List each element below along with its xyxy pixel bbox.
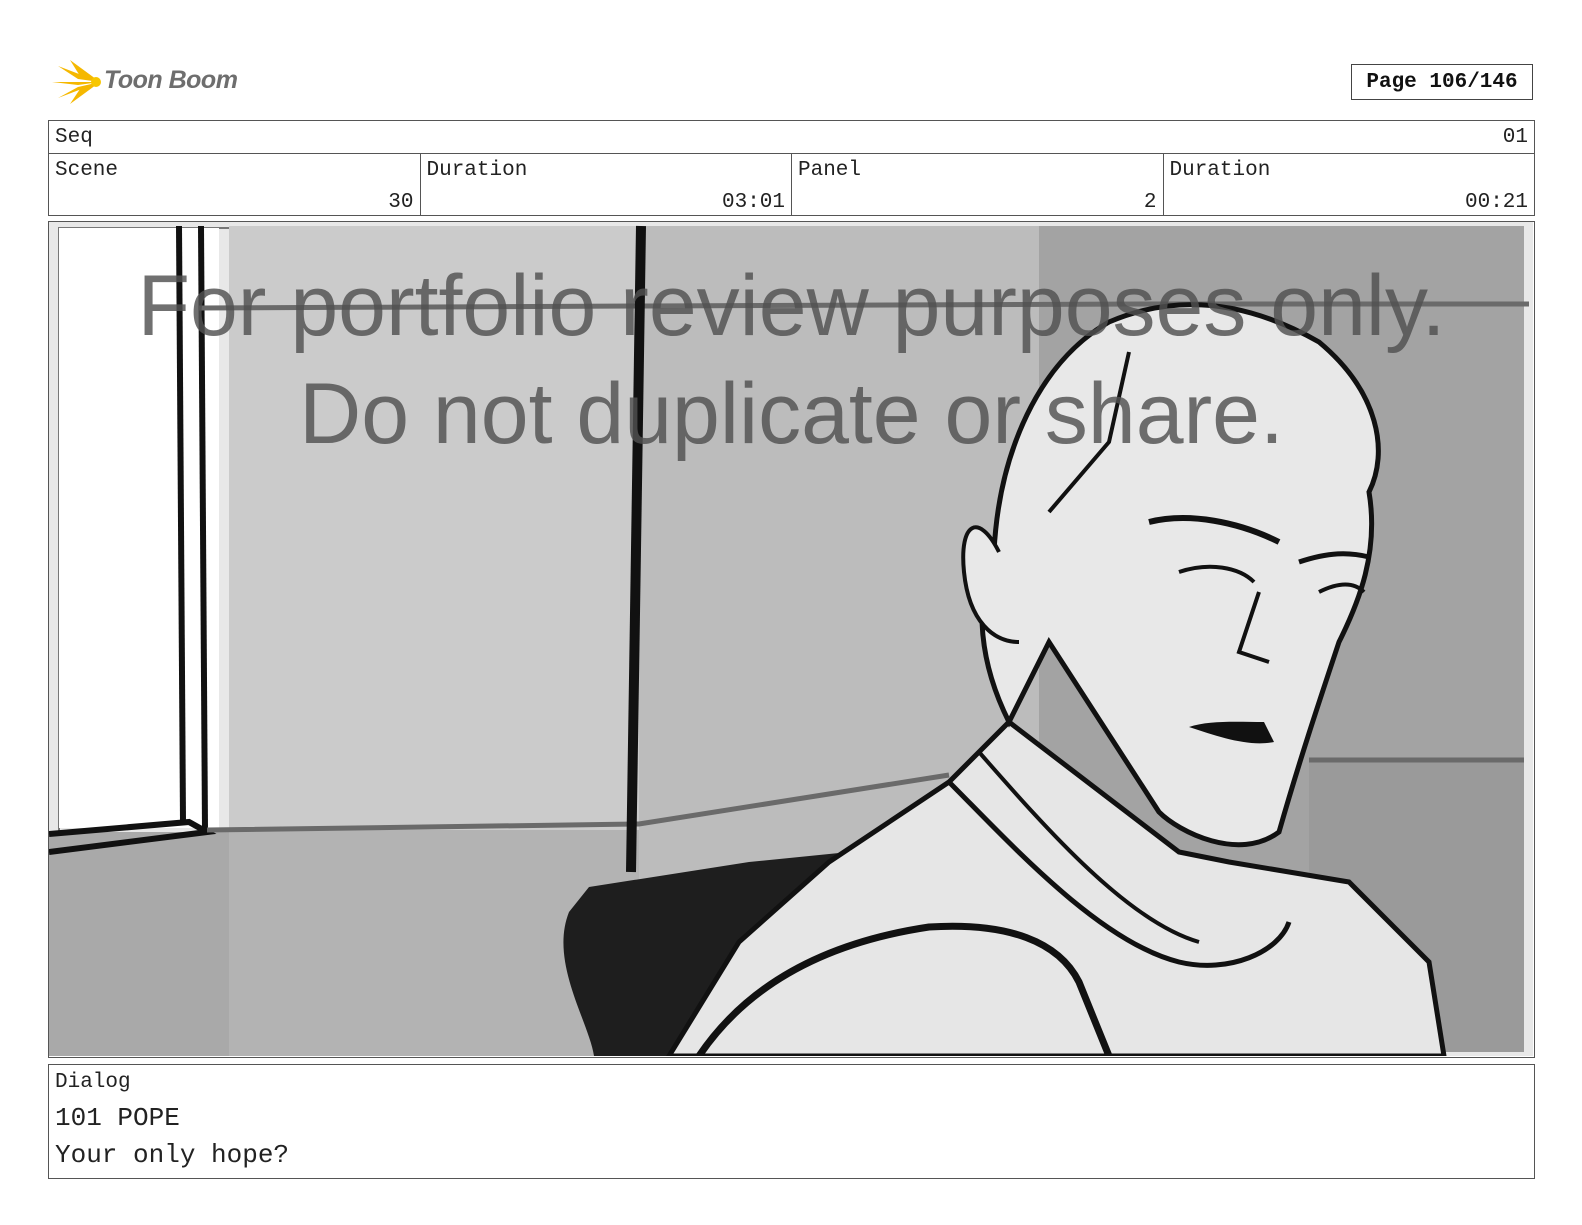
panel-label: Panel bbox=[798, 159, 862, 182]
scene-cell: Scene 30 bbox=[49, 154, 421, 216]
panel-duration-value: 00:21 bbox=[1464, 191, 1528, 214]
panel-sketch bbox=[49, 222, 1533, 1056]
storyboard-panel: For portfolio review purposes only. Do n… bbox=[48, 221, 1535, 1058]
scene-duration-value: 03:01 bbox=[721, 191, 785, 214]
panel-cell: Panel 2 bbox=[792, 154, 1164, 216]
panel-value: 2 bbox=[1143, 191, 1157, 214]
scene-duration-label: Duration bbox=[426, 159, 528, 182]
scene-label: Scene bbox=[55, 159, 119, 182]
page-number: Page 106/146 bbox=[1351, 64, 1533, 100]
scene-duration-cell: Duration 03:01 bbox=[421, 154, 792, 216]
seq-label: Seq bbox=[55, 126, 93, 149]
toon-boom-logo: Toon Boom bbox=[50, 56, 250, 108]
dialog-label: Dialog bbox=[55, 1071, 131, 1094]
starburst-logo-icon bbox=[52, 60, 101, 104]
dialog-box: Dialog 101 POPE Your only hope? bbox=[48, 1064, 1535, 1179]
seq-value: 01 bbox=[1502, 126, 1528, 149]
sequence-row: Seq 01 bbox=[49, 121, 1534, 154]
logo-wordmark: Toon Boom bbox=[104, 66, 238, 94]
panel-duration-label: Duration bbox=[1169, 159, 1271, 182]
scene-value: 30 bbox=[388, 191, 414, 214]
dialog-line: Your only hope? bbox=[55, 1140, 290, 1170]
storyboard-metadata: Seq 01 Scene 30 Duration 03:01 Panel 2 D… bbox=[48, 120, 1535, 216]
dialog-speaker: 101 POPE bbox=[55, 1103, 180, 1133]
panel-duration-cell: Duration 00:21 bbox=[1164, 154, 1535, 216]
